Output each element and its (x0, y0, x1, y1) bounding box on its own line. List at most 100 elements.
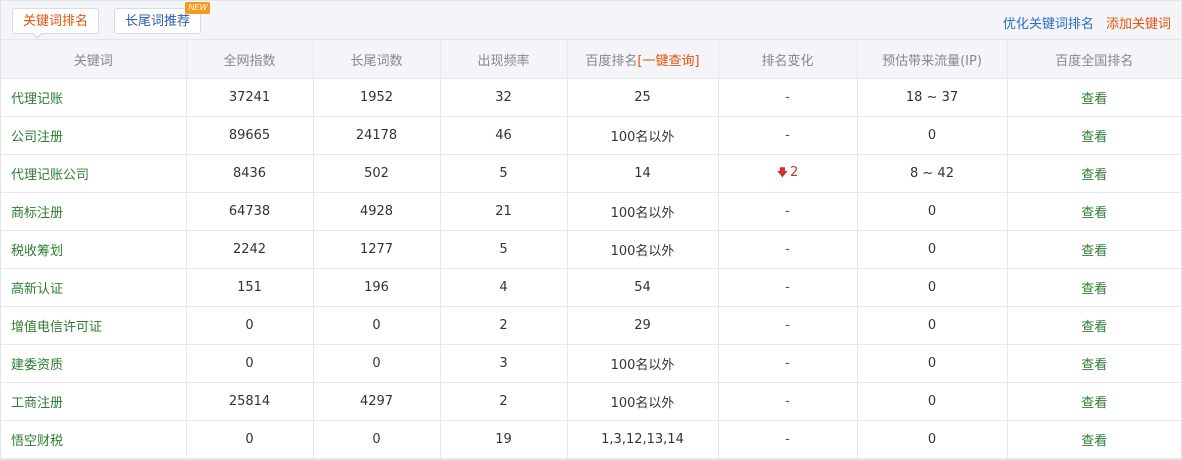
col-header-baidu-rank: 百度排名[一键查询] (567, 40, 719, 79)
rank-cell: 100名以外 (567, 382, 719, 421)
keyword-cell[interactable]: 公司注册 (1, 116, 187, 155)
keyword-cell[interactable]: 商标注册 (1, 192, 187, 231)
frequency-cell: 5 (440, 154, 568, 193)
col-header-frequency: 出现频率 (440, 40, 568, 79)
optimize-ranking-link[interactable]: 优化关键词排名 (1003, 17, 1094, 32)
table-row: 悟空财税 0 0 19 1,3,12,13,14 - 0 查看 (1, 420, 1181, 459)
view-link[interactable]: 查看 (1081, 320, 1107, 335)
national-rank-cell: 查看 (1007, 116, 1181, 155)
rank-cell: 100名以外 (567, 116, 719, 155)
frequency-cell: 46 (440, 116, 568, 155)
traffic-cell: 0 (857, 344, 1008, 383)
rank-change-cell: - (718, 116, 858, 155)
keyword-cell[interactable]: 代理记账 (1, 78, 187, 117)
table-row: 代理记账公司 8436 502 5 14 🡇 2 8 ~ 42 查看 (1, 154, 1181, 193)
traffic-cell: 18 ~ 37 (857, 78, 1008, 117)
rank-change-cell: - (718, 230, 858, 269)
rank-change-cell: - (718, 192, 858, 231)
traffic-cell: 0 (857, 306, 1008, 345)
col-header-traffic: 预估带来流量(IP) (857, 40, 1008, 79)
index-cell: 8436 (186, 154, 314, 193)
col-header-keyword: 关键词 (1, 40, 187, 79)
header-links: 优化关键词排名 添加关键词 (995, 13, 1171, 32)
index-cell: 25814 (186, 382, 314, 421)
view-link[interactable]: 查看 (1081, 244, 1107, 259)
longtail-cell: 4297 (313, 382, 441, 421)
one-click-query-link[interactable]: [一键查询] (637, 54, 699, 69)
tab-longtail-label: 长尾词推荐 (125, 14, 191, 29)
longtail-cell: 4928 (313, 192, 441, 231)
index-cell: 0 (186, 420, 314, 459)
view-link[interactable]: 查看 (1081, 282, 1107, 297)
rank-cell: 29 (567, 306, 719, 345)
rank-change-cell: - (718, 268, 858, 307)
national-rank-cell: 查看 (1007, 268, 1181, 307)
national-rank-cell: 查看 (1007, 154, 1181, 193)
tab-longtail-recommend[interactable]: 长尾词推荐 NEW (114, 2, 211, 34)
rank-change-cell: - (718, 382, 858, 421)
frequency-cell: 32 (440, 78, 568, 117)
longtail-cell: 0 (313, 306, 441, 345)
index-cell: 64738 (186, 192, 314, 231)
rank-change-cell: - (718, 344, 858, 383)
col-header-rank-change: 排名变化 (718, 40, 858, 79)
col-header-longtail: 长尾词数 (313, 40, 441, 79)
longtail-cell: 196 (313, 268, 441, 307)
tab-keyword-ranking[interactable]: 关键词排名 (12, 8, 100, 39)
table-row: 商标注册 64738 4928 21 100名以外 - 0 查看 (1, 192, 1181, 231)
keyword-cell[interactable]: 悟空财税 (1, 420, 187, 459)
national-rank-cell: 查看 (1007, 382, 1181, 421)
col-header-national-rank: 百度全国排名 (1007, 40, 1181, 79)
add-keyword-link[interactable]: 添加关键词 (1106, 17, 1171, 32)
rank-cell: 100名以外 (567, 230, 719, 269)
national-rank-cell: 查看 (1007, 306, 1181, 345)
table-header-row: 关键词 全网指数 长尾词数 出现频率 百度排名[一键查询] 排名变化 预估带来流… (1, 40, 1181, 79)
national-rank-cell: 查看 (1007, 420, 1181, 459)
tab-keyword-ranking-label: 关键词排名 (23, 14, 89, 29)
index-cell: 89665 (186, 116, 314, 155)
rank-change-value: 2 (790, 165, 799, 180)
longtail-cell: 0 (313, 344, 441, 383)
index-cell: 151 (186, 268, 314, 307)
keyword-cell[interactable]: 代理记账公司 (1, 154, 187, 193)
traffic-cell: 0 (857, 116, 1008, 155)
view-link[interactable]: 查看 (1081, 396, 1107, 411)
longtail-cell: 502 (313, 154, 441, 193)
table-row: 高新认证 151 196 4 54 - 0 查看 (1, 268, 1181, 307)
frequency-cell: 3 (440, 344, 568, 383)
keyword-cell[interactable]: 税收筹划 (1, 230, 187, 269)
traffic-cell: 8 ~ 42 (857, 154, 1008, 193)
rank-cell: 100名以外 (567, 344, 719, 383)
view-link[interactable]: 查看 (1081, 434, 1107, 449)
rank-cell: 1,3,12,13,14 (567, 420, 719, 459)
index-cell: 2242 (186, 230, 314, 269)
rank-cell: 54 (567, 268, 719, 307)
national-rank-cell: 查看 (1007, 192, 1181, 231)
index-cell: 37241 (186, 78, 314, 117)
index-cell: 0 (186, 344, 314, 383)
national-rank-cell: 查看 (1007, 78, 1181, 117)
traffic-cell: 0 (857, 268, 1008, 307)
view-link[interactable]: 查看 (1081, 206, 1107, 221)
longtail-cell: 1277 (313, 230, 441, 269)
keyword-cell[interactable]: 增值电信许可证 (1, 306, 187, 345)
table-row: 公司注册 89665 24178 46 100名以外 - 0 查看 (1, 116, 1181, 155)
rank-cell: 14 (567, 154, 719, 193)
keyword-cell[interactable]: 工商注册 (1, 382, 187, 421)
keyword-ranking-panel: 关键词排名 长尾词推荐 NEW 优化关键词排名 添加关键词 关键词 全网指数 长… (0, 0, 1182, 460)
frequency-cell: 5 (440, 230, 568, 269)
keyword-cell[interactable]: 高新认证 (1, 268, 187, 307)
baidu-rank-label: 百度排名 (585, 53, 638, 69)
new-badge: NEW (185, 2, 211, 14)
view-link[interactable]: 查看 (1081, 168, 1107, 183)
rank-change-cell: - (718, 420, 858, 459)
view-link[interactable]: 查看 (1081, 92, 1107, 107)
national-rank-cell: 查看 (1007, 230, 1181, 269)
frequency-cell: 19 (440, 420, 568, 459)
arrow-down-icon: 🡇 (776, 166, 789, 179)
view-link[interactable]: 查看 (1081, 358, 1107, 373)
table-row: 工商注册 25814 4297 2 100名以外 - 0 查看 (1, 382, 1181, 421)
view-link[interactable]: 查看 (1081, 130, 1107, 145)
col-header-index: 全网指数 (186, 40, 314, 79)
keyword-cell[interactable]: 建委资质 (1, 344, 187, 383)
